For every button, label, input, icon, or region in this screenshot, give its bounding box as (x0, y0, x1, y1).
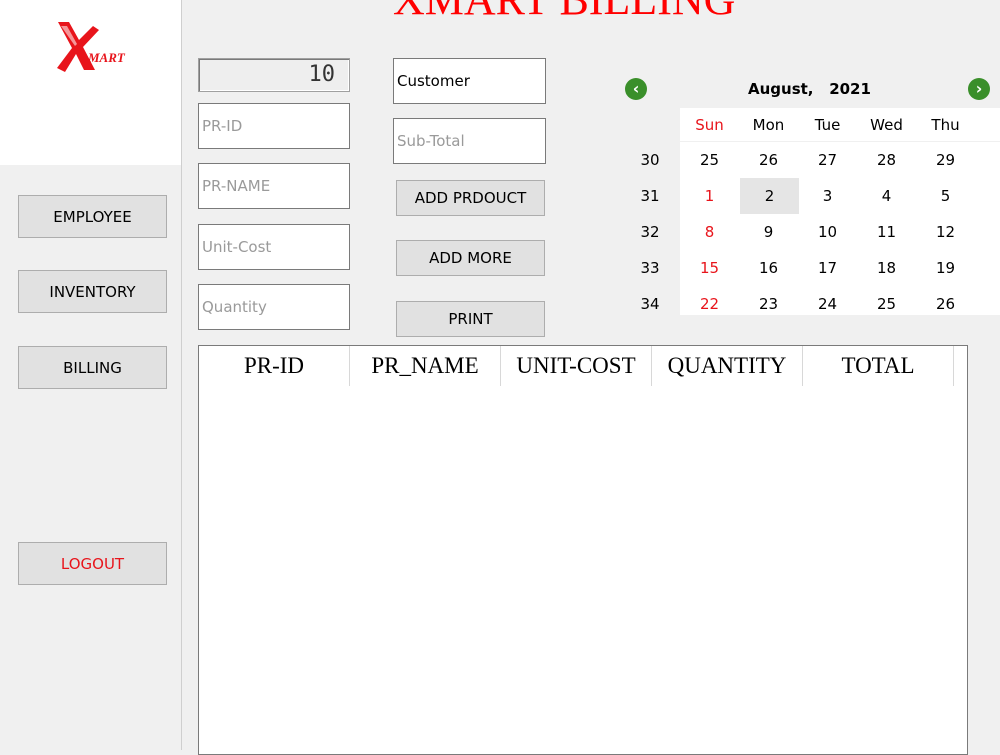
calendar-day[interactable]: 9 (739, 214, 798, 250)
print-button[interactable]: PRINT (396, 301, 545, 337)
dow-sun: Sun (695, 116, 724, 134)
unit-cost-input[interactable] (198, 224, 350, 270)
calendar-day[interactable]: 27 (798, 142, 857, 178)
page-title: XMART BILLING (393, 0, 735, 22)
customer-input[interactable] (393, 58, 546, 104)
calendar-day[interactable]: 17 (798, 250, 857, 286)
dow-tue: Tue (814, 116, 841, 134)
calendar-day[interactable]: 16 (739, 250, 798, 286)
calendar-month: August, (748, 80, 814, 98)
calendar-day[interactable]: 22 (680, 286, 739, 315)
add-more-button[interactable]: ADD MORE (396, 240, 545, 276)
calendar-day[interactable]: 24 (798, 286, 857, 315)
add-product-button[interactable]: ADD PRDOUCT (396, 180, 545, 216)
calendar-day[interactable]: 8 (680, 214, 739, 250)
inventory-button[interactable]: INVENTORY (18, 270, 167, 313)
week-number: 30 (640, 151, 660, 169)
calendar-header: August, 2021 (748, 80, 871, 98)
calendar-day[interactable]: 10 (798, 214, 857, 250)
calendar: ‹ August, 2021 › Sun Mon Tue Wed Thu F 3… (620, 70, 1000, 315)
calendar-year: 2021 (829, 80, 871, 98)
pr-id-input[interactable] (198, 103, 350, 149)
week-number: 34 (640, 295, 660, 313)
xmart-logo: MART (55, 20, 135, 76)
calendar-day[interactable]: 12 (916, 214, 975, 250)
billing-table[interactable]: PR-ID PR_NAME UNIT-COST QUANTITY TOTAL (198, 345, 968, 755)
logout-button[interactable]: LOGOUT (18, 542, 167, 585)
dow-mon: Mon (752, 116, 785, 134)
column-header-quantity[interactable]: QUANTITY (652, 346, 803, 386)
sidebar: MART EMPLOYEE INVENTORY BILLING LOGOUT (0, 0, 182, 750)
calendar-day[interactable]: 1 (975, 214, 1000, 250)
week-number: 33 (640, 259, 660, 277)
quantity-input[interactable] (198, 284, 350, 330)
calendar-day[interactable]: 2 (975, 250, 1000, 286)
calendar-grid: Sun Mon Tue Wed Thu F 30 25 26 27 28 29 … (620, 108, 1000, 315)
dow-wed: Wed (870, 116, 903, 134)
calendar-day[interactable]: 18 (857, 250, 916, 286)
calendar-day[interactable]: 5 (916, 178, 975, 214)
calendar-day[interactable]: 3 (798, 178, 857, 214)
calendar-day[interactable]: 26 (916, 286, 975, 315)
calendar-day[interactable]: 3 (975, 142, 1000, 178)
calendar-day[interactable]: 25 (857, 286, 916, 315)
employee-button[interactable]: EMPLOYEE (18, 195, 167, 238)
next-month-icon[interactable]: › (968, 78, 990, 100)
column-header-pr-name[interactable]: PR_NAME (350, 346, 501, 386)
calendar-day[interactable]: 28 (857, 142, 916, 178)
dow-fri: F (975, 108, 1000, 142)
column-header-unit-cost[interactable]: UNIT-COST (501, 346, 652, 386)
week-number: 31 (640, 187, 660, 205)
dow-thu: Thu (931, 116, 960, 134)
bill-id-display: 10 (198, 58, 350, 92)
calendar-day[interactable]: 1 (680, 178, 739, 214)
prev-month-icon[interactable]: ‹ (625, 78, 647, 100)
calendar-day[interactable]: 15 (680, 250, 739, 286)
billing-button[interactable]: BILLING (18, 346, 167, 389)
calendar-weekday-header: Sun Mon Tue Wed Thu F (680, 108, 1000, 142)
calendar-day[interactable]: 29 (916, 142, 975, 178)
calendar-day[interactable]: 23 (739, 286, 798, 315)
week-number: 32 (640, 223, 660, 241)
calendar-day[interactable]: 11 (857, 214, 916, 250)
calendar-day-selected[interactable]: 2 (740, 178, 799, 214)
calendar-day[interactable]: 2 (975, 286, 1000, 315)
calendar-day[interactable]: 6 (975, 178, 1000, 214)
calendar-day[interactable]: 19 (916, 250, 975, 286)
logo-panel: MART (0, 0, 181, 165)
column-header-total[interactable]: TOTAL (803, 346, 954, 386)
logo-text: MART (88, 50, 125, 65)
calendar-day[interactable]: 4 (857, 178, 916, 214)
calendar-day[interactable]: 26 (739, 142, 798, 178)
pr-name-input[interactable] (198, 163, 350, 209)
calendar-day[interactable]: 25 (680, 142, 739, 178)
subtotal-input[interactable] (393, 118, 546, 164)
column-header-pr-id[interactable]: PR-ID (199, 346, 350, 386)
